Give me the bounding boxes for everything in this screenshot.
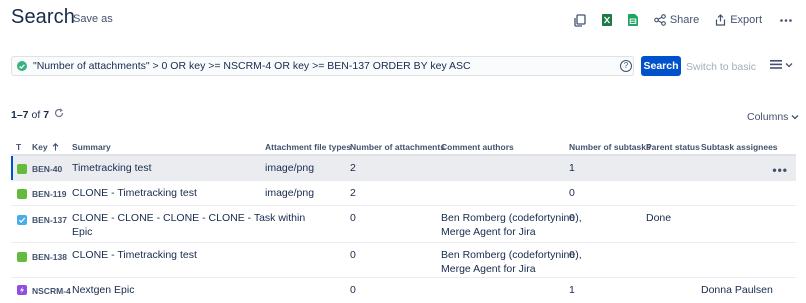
export-button[interactable]: Export (715, 14, 762, 26)
table-row[interactable]: BEN-40 Timetracking test image/png 2 1 •… (11, 156, 796, 181)
column-header-summary[interactable]: Summary (72, 142, 111, 152)
attachment-types-cell: image/png (265, 162, 315, 174)
issue-summary[interactable]: Timetracking test (72, 161, 152, 175)
subtasks-cell: 0 (569, 212, 575, 224)
column-header-attachments[interactable]: Number of attachments (350, 142, 445, 152)
parent-status-cell: Done (646, 212, 672, 224)
table-row[interactable]: NSCRM-4 Nextgen Epic 0 1 Donna Paulsen (11, 278, 796, 302)
issue-key[interactable]: BEN-119 (32, 187, 67, 201)
column-header-key-label: Key (32, 142, 48, 152)
jql-search-input[interactable]: "Number of attachments" > 0 OR key >= NS… (11, 56, 634, 76)
issues-table: T Key Summary Attachment file types Numb… (11, 140, 796, 302)
issue-summary[interactable]: CLONE - Timetracking test (72, 186, 197, 200)
refresh-icon[interactable] (54, 108, 64, 121)
subtasks-cell: 1 (569, 284, 575, 296)
chevron-down-icon (791, 115, 799, 120)
issue-key[interactable]: BEN-138 (32, 250, 67, 264)
list-view-icon (770, 60, 782, 69)
column-header-parent-status[interactable]: Parent status (646, 142, 700, 152)
column-header-type[interactable]: T (16, 142, 21, 152)
subtasks-cell: 0 (569, 249, 575, 261)
row-selection-indicator (11, 156, 13, 180)
copy-button[interactable] (574, 13, 586, 27)
more-icon (780, 18, 792, 22)
help-icon[interactable]: ? (620, 60, 632, 72)
export-excel-button[interactable] (601, 14, 612, 26)
epic-icon (17, 285, 27, 295)
table-row[interactable]: BEN-119 CLONE - Timetracking test image/… (11, 181, 796, 206)
switch-to-basic-link[interactable]: Switch to basic (686, 61, 756, 73)
column-header-comment-authors[interactable]: Comment authors (441, 142, 514, 152)
task-icon (17, 215, 27, 225)
story-icon (17, 164, 27, 174)
results-range: 1–7 (11, 108, 29, 121)
sort-ascending-icon (52, 143, 59, 151)
issue-summary[interactable]: CLONE - Timetracking test (72, 248, 197, 262)
comment-authors-cell-continued: Merge Agent for Jira (441, 263, 536, 275)
subtasks-cell: 0 (569, 187, 575, 199)
column-header-key[interactable]: Key (32, 142, 59, 152)
page-title: Search (11, 6, 75, 28)
attachments-cell: 0 (350, 212, 356, 224)
comment-authors-cell: Ben Romberg (codefortynine), (441, 249, 582, 261)
attachment-types-cell: image/png (265, 187, 315, 199)
table-row[interactable]: BEN-138 CLONE - Timetracking test 0 Ben … (11, 243, 796, 278)
results-of: of (31, 108, 41, 121)
issue-key[interactable]: NSCRM-4 (32, 284, 71, 298)
issue-summary-continued[interactable]: Epic (72, 225, 92, 239)
issue-key[interactable]: BEN-40 (32, 162, 62, 176)
table-row[interactable]: BEN-137 CLONE - CLONE - CLONE - CLONE - … (11, 206, 796, 243)
attachments-cell: 0 (350, 284, 356, 296)
search-button[interactable]: Search (641, 56, 681, 76)
results-count: 1–7 of 7 (11, 108, 64, 121)
comment-authors-cell: Ben Romberg (codefortynine), (441, 212, 582, 224)
subtask-assignees-cell: Donna Paulsen (701, 284, 773, 296)
story-icon (17, 252, 27, 262)
attachments-cell: 0 (350, 249, 356, 261)
issue-summary[interactable]: Nextgen Epic (72, 283, 134, 297)
view-options-button[interactable] (770, 60, 793, 69)
columns-label: Columns (747, 111, 789, 123)
results-total: 7 (43, 108, 50, 121)
issue-summary[interactable]: CLONE - CLONE - CLONE - CLONE - Task wit… (72, 211, 305, 225)
valid-check-icon (17, 61, 27, 71)
excel-icon (601, 14, 612, 26)
share-icon (653, 14, 666, 26)
story-icon (17, 189, 27, 199)
comment-authors-cell-continued: Merge Agent for Jira (441, 226, 536, 238)
chevron-down-icon (785, 62, 793, 67)
share-button[interactable]: Share (653, 14, 700, 26)
copy-icon (574, 13, 586, 27)
sheets-icon (627, 14, 638, 26)
top-actions: Share Export (558, 12, 792, 28)
more-actions-button[interactable] (780, 18, 792, 22)
table-header: T Key Summary Attachment file types Numb… (11, 140, 796, 156)
attachments-cell: 2 (350, 187, 356, 199)
issue-key[interactable]: BEN-137 (32, 213, 67, 227)
columns-button[interactable]: Columns (747, 111, 799, 123)
jql-query-text[interactable]: "Number of attachments" > 0 OR key >= NS… (33, 60, 471, 72)
column-header-subtasks[interactable]: Number of subtasks (569, 142, 651, 152)
export-sheets-button[interactable] (627, 14, 638, 26)
row-more-actions-icon[interactable]: ••• (772, 163, 788, 177)
attachments-cell: 2 (350, 162, 356, 174)
export-icon (716, 14, 726, 26)
subtasks-cell: 1 (569, 162, 575, 174)
save-as-link[interactable]: Save as (73, 13, 113, 25)
column-header-subtask-assignees[interactable]: Subtask assignees (701, 142, 778, 152)
column-header-attachment-types[interactable]: Attachment file types (265, 142, 351, 152)
share-label: Share (669, 14, 700, 26)
export-label: Export (730, 14, 762, 26)
